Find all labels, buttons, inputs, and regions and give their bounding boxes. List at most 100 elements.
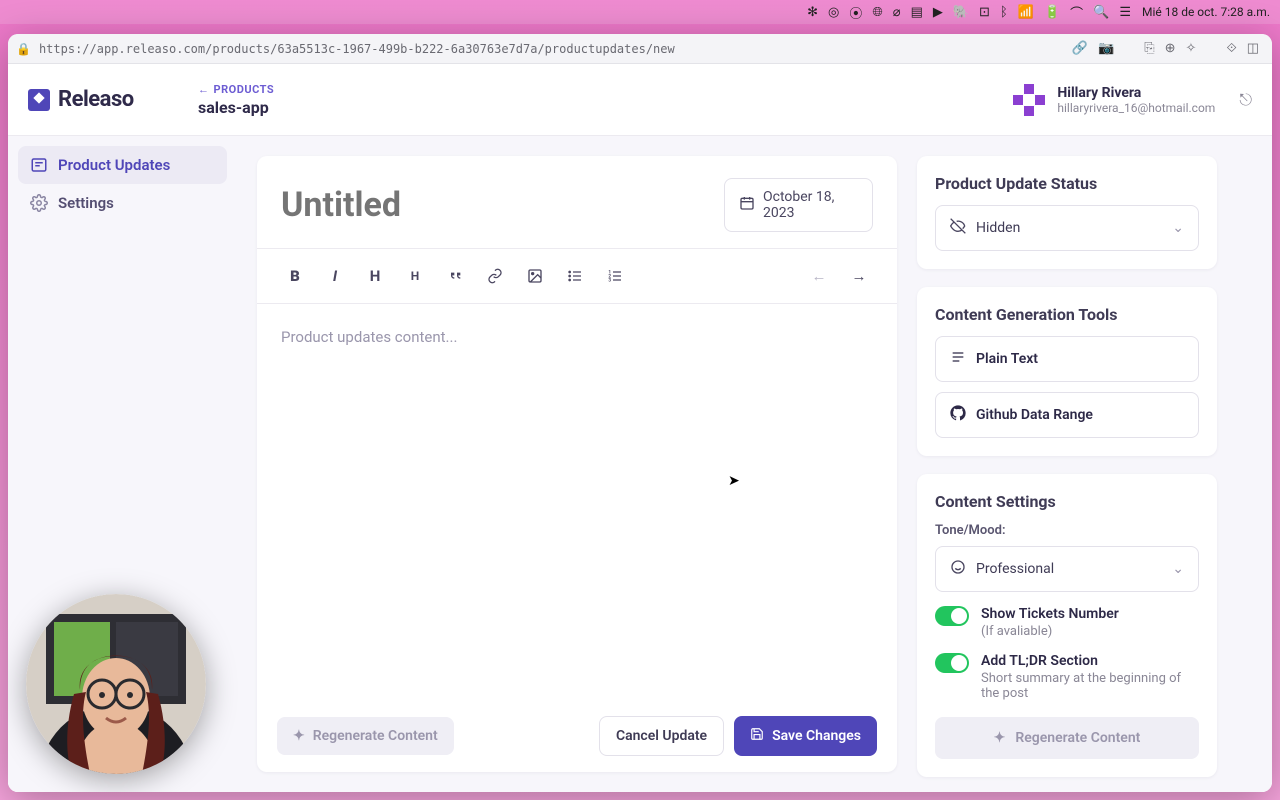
tool-label: Plain Text [976,351,1038,367]
save-button[interactable]: Save Changes [734,716,877,756]
wifi-icon[interactable]: ⌒ [1070,3,1083,22]
status-select[interactable]: Hidden ⌄ [935,205,1199,251]
bullet-list-button[interactable] [557,259,593,293]
menu-icon[interactable]: ▤ [911,5,923,20]
logo[interactable]: Releaso [28,87,198,112]
url-text[interactable]: https://app.releaso.com/products/63a5513… [39,42,1067,56]
svg-text:3: 3 [608,277,611,283]
sparkle-icon: ✦ [293,728,305,744]
toggle-switch[interactable] [935,606,969,626]
bluetooth-icon[interactable]: ᛒ [1000,5,1008,20]
sidebar-item-label: Settings [58,194,114,212]
date-text: October 18, 2023 [763,189,858,221]
italic-button[interactable]: I [317,259,353,293]
menu-icon[interactable]: 🐘 [953,5,969,20]
sidebar-item-settings[interactable]: Settings [18,184,227,222]
editor-footer: ✦ Regenerate Content Cancel Update Save … [257,700,897,772]
heading1-button[interactable]: H [357,259,393,293]
github-tool[interactable]: Github Data Range [935,392,1199,438]
smile-icon [950,559,966,579]
user-email: hillaryrivera_16@hotmail.com [1057,101,1215,115]
title-input[interactable] [281,185,712,225]
user-block: Hillary Rivera hillaryrivera_16@hotmail.… [1013,84,1252,116]
clock[interactable]: Mié 18 de oct. 7:28 a.m. [1142,5,1270,19]
wifi-icon[interactable]: 📶 [1018,5,1034,20]
link-button[interactable] [477,259,513,293]
panel-title: Content Settings [935,492,1199,511]
link-icon[interactable]: 🔗 [1072,41,1088,56]
regenerate-button[interactable]: ✦ Regenerate Content [277,717,454,755]
chevron-down-icon: ⌄ [1172,561,1184,577]
select-value: Professional [976,561,1054,577]
play-icon[interactable]: ▶ [933,5,943,20]
product-name: sales-app [198,98,274,117]
tools-panel: Content Generation Tools Plain Text Gith… [917,287,1217,456]
menu-icon[interactable]: ✻ [807,5,818,20]
undo-button[interactable]: ← [801,259,837,293]
macos-menubar: ✻ ◎ ⦿ 🌐︎ ⌀ ▤ ▶ 🐘 ⊡ ᛒ 📶 🔋 ⌒ 🔍 ☰ Mié 18 de… [0,0,1280,24]
lock-icon: 🔒 [16,42,31,56]
redo-button[interactable]: → [841,259,877,293]
btn-label: Regenerate Content [313,728,438,744]
editor-toolbar: B I H H 123 ← → [257,248,897,304]
toggle-tldr: Add TL;DR Section Short summary at the b… [935,653,1199,701]
cancel-button[interactable]: Cancel Update [599,716,724,756]
plain-text-tool[interactable]: Plain Text [935,336,1199,382]
menu-icon[interactable]: ⌀ [893,5,901,20]
image-button[interactable] [517,259,553,293]
toggle-sublabel: Short summary at the beginning of the po… [981,671,1199,701]
status-panel: Product Update Status Hidden ⌄ [917,156,1217,269]
control-center-icon[interactable]: ☰ [1119,5,1131,20]
sidebar-item-product-updates[interactable]: Product Updates [18,146,227,184]
app-header: Releaso ← PRODUCTS sales-app Hillary Riv… [8,64,1272,136]
user-name: Hillary Rivera [1057,85,1215,101]
editor-content[interactable]: Product updates content... [257,304,897,700]
sidebar-item-label: Product Updates [58,156,170,174]
date-picker-button[interactable]: October 18, 2023 [724,178,873,232]
back-label: PRODUCTS [214,83,275,96]
arrow-left-icon: ← [198,83,210,96]
quote-button[interactable] [437,259,473,293]
btn-label: Cancel Update [616,728,707,744]
heading2-button[interactable]: H [397,259,433,293]
toggle-tickets: Show Tickets Number (If avaliable) [935,606,1199,639]
bold-button[interactable]: B [277,259,313,293]
toggle-sublabel: (If avaliable) [981,624,1119,639]
webcam-overlay [26,594,206,774]
back-to-products[interactable]: ← PRODUCTS [198,83,274,96]
tool-label: Github Data Range [976,407,1093,423]
menu-icon[interactable]: ⦿ [849,3,862,22]
address-bar: 🔒 https://app.releaso.com/products/63a55… [8,34,1272,64]
regenerate-content-button[interactable]: ✦ Regenerate Content [935,717,1199,759]
browser-window: 🔒 https://app.releaso.com/products/63a55… [8,34,1272,792]
menu-icon[interactable]: ◎ [828,5,839,20]
menu-icon[interactable]: ⊡ [979,5,990,20]
globe-icon[interactable]: ⊕ [1165,41,1176,56]
toggle-switch[interactable] [935,653,969,673]
right-rail: Product Update Status Hidden ⌄ Content G… [917,156,1217,772]
logout-icon[interactable]: ⎋ [1239,90,1252,110]
mouse-cursor-icon: ➤ [728,473,740,489]
hidden-icon [950,218,966,238]
user-avatar-icon[interactable] [1013,84,1045,116]
camera-icon[interactable]: 📷 [1098,41,1114,56]
tone-label: Tone/Mood: [935,523,1199,538]
tone-select[interactable]: Professional ⌄ [935,546,1199,592]
main-area: October 18, 2023 B I H H 123 [237,136,1272,792]
search-icon[interactable]: 🔍 [1093,5,1109,20]
gear-icon [30,194,48,212]
select-value: Hidden [976,220,1020,236]
text-icon [950,349,966,369]
ordered-list-button[interactable]: 123 [597,259,633,293]
toggle-label: Show Tickets Number [981,606,1119,622]
calendar-icon [739,195,755,215]
download-icon[interactable]: ⎘ [1144,41,1154,56]
target-icon[interactable]: ✧ [1186,41,1197,56]
battery-icon[interactable]: 🔋 [1044,5,1060,20]
extension-icon[interactable]: ⟐ [1226,41,1236,56]
sparkle-icon: ✦ [994,730,1006,746]
sidebar-toggle-icon[interactable]: ◫ [1247,41,1259,56]
btn-label: Save Changes [772,728,861,744]
editor-placeholder: Product updates content... [281,328,873,346]
globe-icon[interactable]: 🌐︎ [872,5,882,20]
